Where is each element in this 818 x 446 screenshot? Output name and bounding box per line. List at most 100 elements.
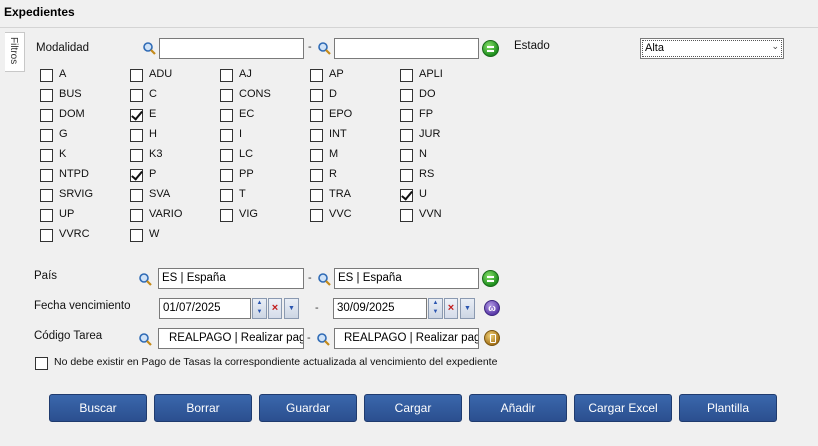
- modalidad-checkbox-bus[interactable]: [40, 89, 53, 102]
- modalidad-checkbox-g[interactable]: [40, 129, 53, 142]
- modalidad-checkbox-apli[interactable]: [400, 69, 413, 82]
- modalidad-checkbox-aj[interactable]: [220, 69, 233, 82]
- calendar-dropdown-icon[interactable]: ▼: [460, 298, 475, 319]
- modalidad-checkbox-label: TRA: [329, 188, 351, 200]
- date-spinner[interactable]: ▲ ▼: [252, 298, 267, 319]
- modalidad-checkbox-label: EC: [239, 108, 255, 120]
- range-separator: -: [315, 302, 319, 314]
- modalidad-checkbox-label: I: [239, 128, 243, 140]
- modalidad-checkbox-label: W: [149, 228, 160, 240]
- modalidad-checkbox-r[interactable]: [310, 169, 323, 182]
- search-icon[interactable]: [138, 332, 152, 346]
- modalidad-checkbox-ec[interactable]: [220, 109, 233, 122]
- spin-down-icon[interactable]: ▼: [429, 308, 442, 317]
- modalidad-checkbox-up[interactable]: [40, 209, 53, 222]
- modalidad-checkbox-h[interactable]: [130, 129, 143, 142]
- search-icon[interactable]: [316, 332, 330, 346]
- modalidad-checkbox-ntpd[interactable]: [40, 169, 53, 182]
- modalidad-checkbox-i[interactable]: [220, 129, 233, 142]
- modalidad-checkbox-a[interactable]: [40, 69, 53, 82]
- modalidad-checkbox-c[interactable]: [130, 89, 143, 102]
- spin-up-icon[interactable]: ▲: [253, 299, 266, 308]
- estado-label: Estado: [514, 40, 550, 52]
- modalidad-checkbox-label: K: [59, 148, 67, 160]
- modalidad-checkbox-adu[interactable]: [130, 69, 143, 82]
- modalidad-checkbox-vig[interactable]: [220, 209, 233, 222]
- add-pais-icon[interactable]: [482, 270, 499, 287]
- modalidad-from-input[interactable]: [159, 38, 304, 59]
- fecha-to-input[interactable]: 30/09/2025: [333, 298, 427, 319]
- spin-down-icon[interactable]: ▼: [253, 308, 266, 317]
- modalidad-checkbox-int[interactable]: [310, 129, 323, 142]
- modalidad-checkbox-jur[interactable]: [400, 129, 413, 142]
- filters-tab-label: Filtros: [8, 37, 19, 65]
- modalidad-checkbox-label: D: [329, 88, 337, 100]
- estado-select[interactable]: Alta ⌄: [640, 38, 784, 59]
- pago-tasas-checkbox[interactable]: [35, 357, 48, 370]
- modalidad-checkbox-dom[interactable]: [40, 109, 53, 122]
- codigo-tarea-to-input[interactable]: REALPAGO | Realizar pago: [334, 328, 479, 349]
- codigo-tarea-label: Código Tarea: [34, 330, 103, 342]
- modalidad-checkbox-k3[interactable]: [130, 149, 143, 162]
- modalidad-checkbox-label: APLI: [419, 68, 443, 80]
- modalidad-checkbox-ap[interactable]: [310, 69, 323, 82]
- anadir-button[interactable]: Añadir: [469, 394, 567, 422]
- modalidad-checkbox-vvrc[interactable]: [40, 229, 53, 242]
- modalidad-checkbox-vvc[interactable]: [310, 209, 323, 222]
- purple-calendar-icon[interactable]: ω: [484, 300, 500, 316]
- modalidad-checkbox-label: CONS: [239, 88, 271, 100]
- modalidad-checkbox-vario[interactable]: [130, 209, 143, 222]
- modalidad-checkbox-tra[interactable]: [310, 189, 323, 202]
- search-icon[interactable]: [317, 272, 331, 286]
- modalidad-checkbox-m[interactable]: [310, 149, 323, 162]
- cargar-button[interactable]: Cargar: [364, 394, 462, 422]
- date-spinner[interactable]: ▲ ▼: [428, 298, 443, 319]
- modalidad-checkbox-sva[interactable]: [130, 189, 143, 202]
- modalidad-checkbox-label: BUS: [59, 88, 82, 100]
- modalidad-checkbox-cons[interactable]: [220, 89, 233, 102]
- window-title: Expedientes: [4, 5, 75, 19]
- borrar-button[interactable]: Borrar: [154, 394, 252, 422]
- modalidad-checkbox-label: DO: [419, 88, 436, 100]
- modalidad-checkbox-fp[interactable]: [400, 109, 413, 122]
- plantilla-button[interactable]: Plantilla: [679, 394, 777, 422]
- modalidad-checkbox-pp[interactable]: [220, 169, 233, 182]
- modalidad-checkbox-label: T: [239, 188, 246, 200]
- cargar-excel-button[interactable]: Cargar Excel: [574, 394, 672, 422]
- modalidad-checkbox-w[interactable]: [130, 229, 143, 242]
- add-modalidad-icon[interactable]: [482, 40, 499, 57]
- modalidad-checkbox-t[interactable]: [220, 189, 233, 202]
- task-lookup-icon[interactable]: [484, 330, 500, 346]
- modalidad-checkbox-p[interactable]: [130, 169, 143, 182]
- search-icon[interactable]: [138, 272, 152, 286]
- modalidad-checkbox-k[interactable]: [40, 149, 53, 162]
- calendar-dropdown-icon[interactable]: ▼: [284, 298, 299, 319]
- modalidad-checkbox-epo[interactable]: [310, 109, 323, 122]
- modalidad-checkbox-do[interactable]: [400, 89, 413, 102]
- pais-to-input[interactable]: ES | España: [334, 268, 479, 289]
- spin-up-icon[interactable]: ▲: [429, 299, 442, 308]
- fecha-from-input[interactable]: 01/07/2025: [159, 298, 251, 319]
- modalidad-checkbox-label: H: [149, 128, 157, 140]
- modalidad-checkbox-u[interactable]: [400, 189, 413, 202]
- modalidad-checkbox-lc[interactable]: [220, 149, 233, 162]
- clear-date-icon[interactable]: ×: [268, 298, 282, 319]
- codigo-tarea-from-input[interactable]: REALPAGO | Realizar pago: [158, 328, 304, 349]
- filters-panel: Modalidad - Estado Alta ⌄ A ADU AJ AP APLI BU…: [26, 30, 818, 446]
- search-icon[interactable]: [317, 41, 331, 55]
- modalidad-checkbox-vvn[interactable]: [400, 209, 413, 222]
- modalidad-checkbox-srvig[interactable]: [40, 189, 53, 202]
- modalidad-checkbox-rs[interactable]: [400, 169, 413, 182]
- modalidad-checkbox-n[interactable]: [400, 149, 413, 162]
- filters-side-tab[interactable]: Filtros: [5, 32, 25, 72]
- clear-date-icon[interactable]: ×: [444, 298, 458, 319]
- modalidad-checkbox-label: DOM: [59, 108, 85, 120]
- pais-from-input[interactable]: ES | España: [158, 268, 304, 289]
- guardar-button[interactable]: Guardar: [259, 394, 357, 422]
- buscar-button[interactable]: Buscar: [49, 394, 147, 422]
- modalidad-checkbox-d[interactable]: [310, 89, 323, 102]
- modalidad-checkbox-e[interactable]: [130, 109, 143, 122]
- modalidad-to-input[interactable]: [334, 38, 479, 59]
- search-icon[interactable]: [142, 41, 156, 55]
- modalidad-checkbox-label: ADU: [149, 68, 173, 80]
